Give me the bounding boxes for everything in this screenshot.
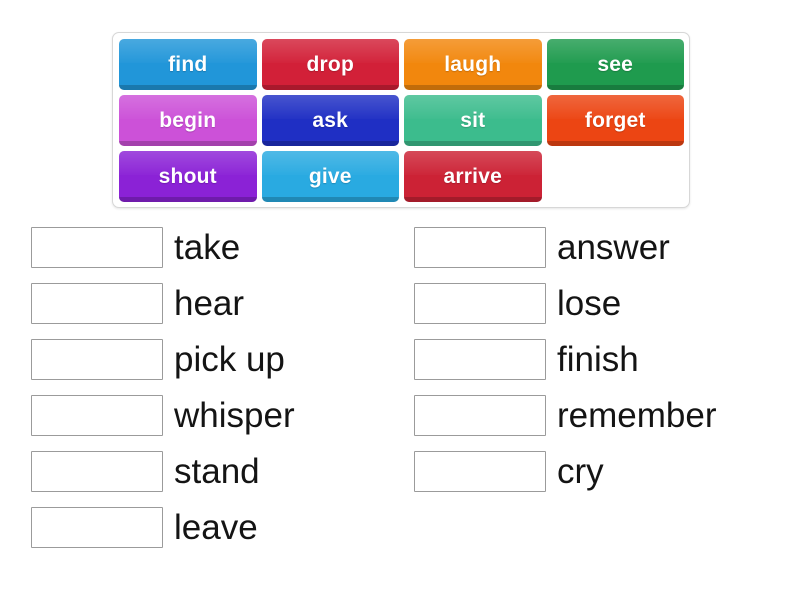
- word-tile[interactable]: sit: [404, 95, 542, 146]
- drop-slot[interactable]: [31, 339, 163, 380]
- drop-slot[interactable]: [31, 507, 163, 548]
- drop-slot[interactable]: [31, 283, 163, 324]
- word-tile[interactable]: laugh: [404, 39, 542, 90]
- word-tile[interactable]: give: [261, 151, 399, 202]
- word-tile-label: begin: [159, 108, 217, 132]
- word-tile-label: ask: [312, 108, 349, 132]
- answer-column-left: take hear pick up whisper stand leave: [31, 227, 295, 563]
- word-tile-label: find: [168, 52, 208, 76]
- word-tile[interactable]: shout: [119, 151, 257, 202]
- answer-row: cry: [414, 451, 716, 492]
- answer-row: whisper: [31, 395, 295, 436]
- drop-slot[interactable]: [31, 227, 163, 268]
- word-tile-label: laugh: [444, 52, 502, 76]
- answer-row: pick up: [31, 339, 295, 380]
- word-tile[interactable]: drop: [261, 39, 399, 90]
- drop-slot[interactable]: [414, 339, 546, 380]
- answer-label: leave: [174, 508, 258, 547]
- word-bank-row: find drop laugh see: [119, 39, 684, 95]
- answer-label: stand: [174, 452, 260, 491]
- word-tile[interactable]: find: [119, 39, 257, 90]
- word-bank-row: shout give arrive: [119, 151, 684, 207]
- word-tile-label: give: [308, 164, 352, 188]
- answer-row: lose: [414, 283, 716, 324]
- answer-label: lose: [557, 284, 622, 323]
- word-tile[interactable]: see: [546, 39, 684, 90]
- answer-label: remember: [557, 396, 717, 435]
- drop-slot[interactable]: [414, 283, 546, 324]
- word-tile-empty-slot: [547, 151, 685, 202]
- drop-slot[interactable]: [414, 451, 546, 492]
- word-tile[interactable]: arrive: [404, 151, 542, 202]
- answer-label: whisper: [174, 396, 295, 435]
- word-tile[interactable]: forget: [546, 95, 684, 146]
- answer-label: answer: [557, 228, 670, 267]
- word-tile-label: forget: [584, 108, 646, 132]
- answer-row: leave: [31, 507, 295, 548]
- word-bank-row: begin ask sit forget: [119, 95, 684, 151]
- word-tile-label: see: [597, 52, 634, 76]
- drop-slot[interactable]: [414, 227, 546, 268]
- answer-column-right: answer lose finish remember cry: [414, 227, 716, 507]
- drop-slot[interactable]: [31, 451, 163, 492]
- answer-row: remember: [414, 395, 716, 436]
- answer-row: stand: [31, 451, 295, 492]
- answer-row: take: [31, 227, 295, 268]
- answer-label: pick up: [174, 340, 285, 379]
- word-tile[interactable]: begin: [119, 95, 257, 146]
- answer-row: answer: [414, 227, 716, 268]
- word-tile-label: shout: [158, 164, 217, 188]
- answer-row: hear: [31, 283, 295, 324]
- drop-slot[interactable]: [414, 395, 546, 436]
- word-tile-label: arrive: [443, 164, 502, 188]
- answer-row: finish: [414, 339, 716, 380]
- word-bank-tray: find drop laugh see begin ask sit forget…: [112, 32, 690, 208]
- answer-label: take: [174, 228, 241, 267]
- answer-label: cry: [557, 452, 604, 491]
- word-tile-label: drop: [306, 52, 354, 76]
- word-tile-label: sit: [460, 108, 486, 132]
- answer-label: hear: [174, 284, 245, 323]
- drop-slot[interactable]: [31, 395, 163, 436]
- answer-label: finish: [557, 340, 639, 379]
- word-tile[interactable]: ask: [261, 95, 399, 146]
